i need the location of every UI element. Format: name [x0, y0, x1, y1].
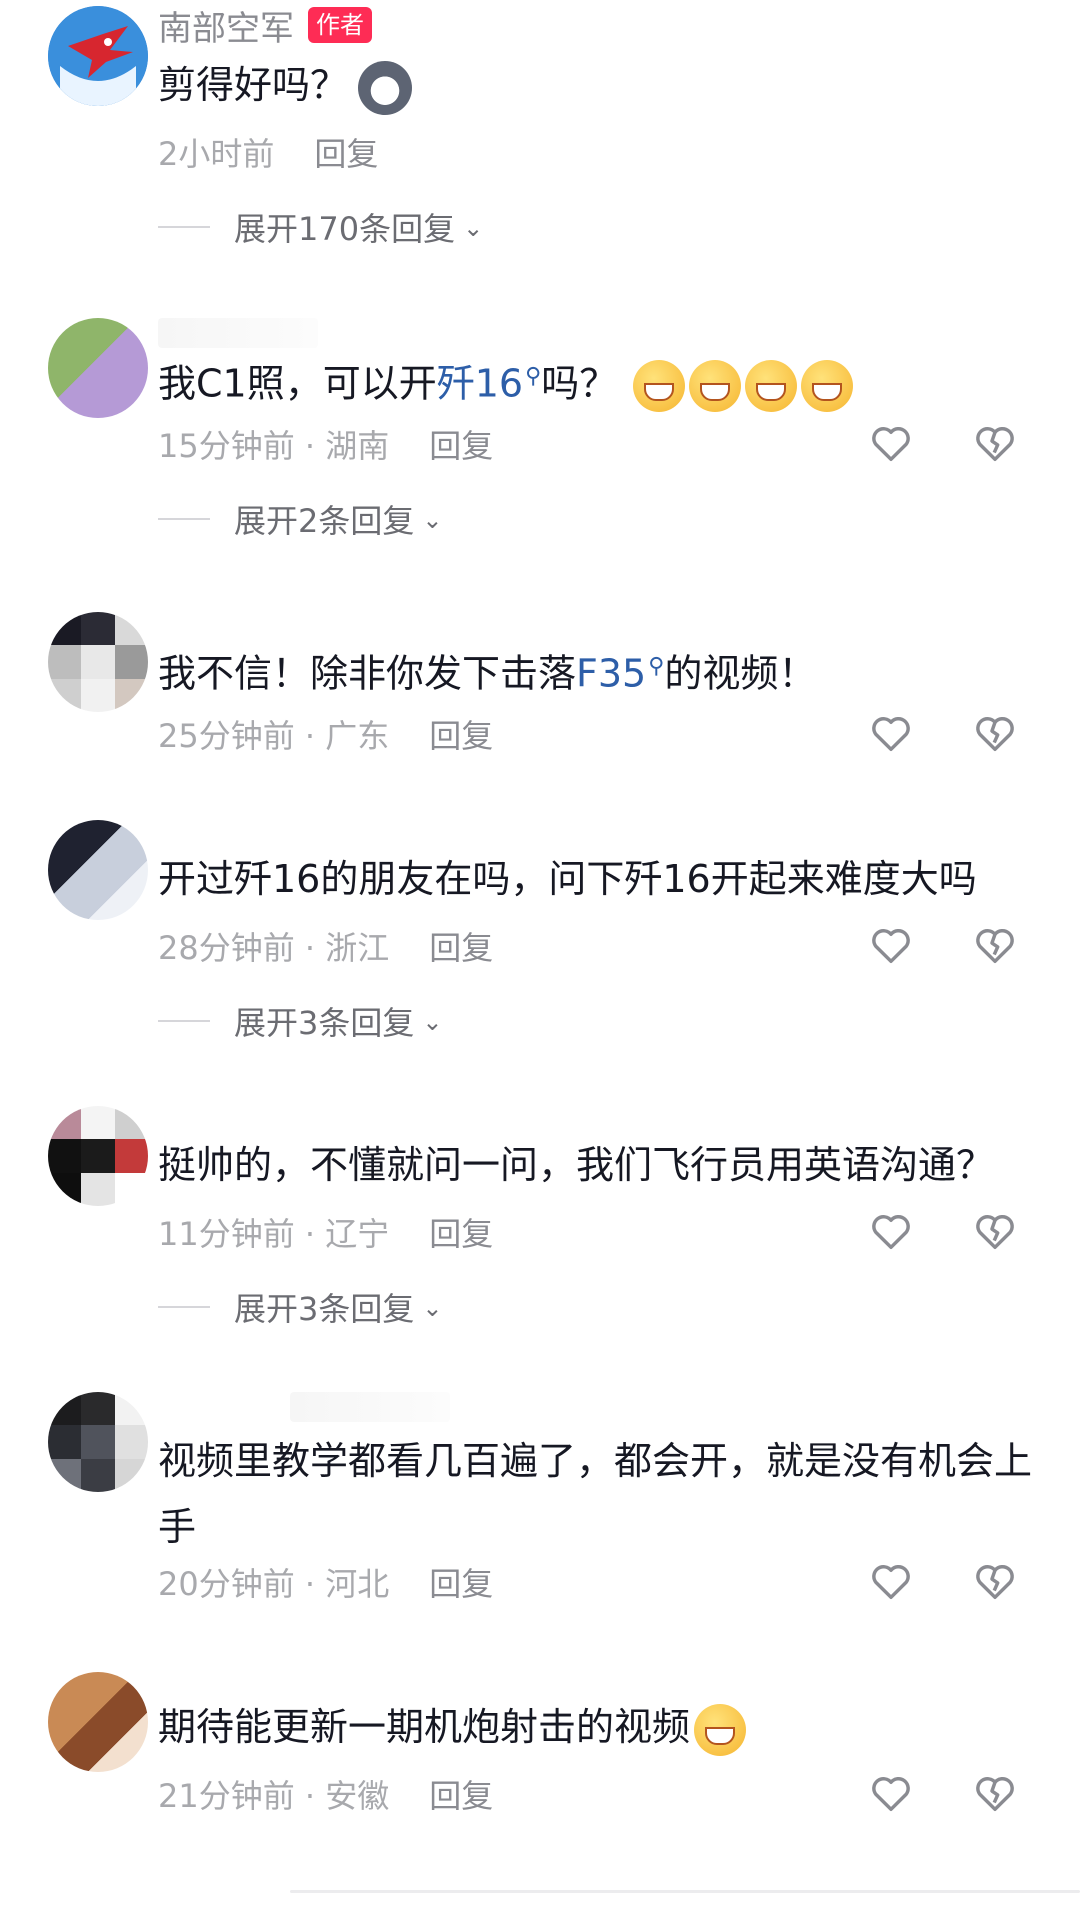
comment-text: 我C1照，可以开歼16⚲吗？ [158, 344, 1040, 417]
heart-icon [872, 427, 910, 462]
comment-item: 视频里教学都看几百遍了，都会开，就是没有机会上手 20分钟前 · 河北 回复 [0, 1392, 1080, 1604]
expand-replies-label: 展开3条回复 [234, 1004, 415, 1042]
dislike-button[interactable] [972, 922, 1018, 968]
like-button[interactable] [868, 1558, 914, 1604]
like-button[interactable] [868, 420, 914, 466]
avatar[interactable] [48, 820, 148, 920]
search-icon: ⚲ [525, 364, 542, 389]
broken-heart-icon [976, 929, 1014, 964]
pleading-emoji-icon [694, 1703, 747, 1756]
reply-button[interactable]: 回复 [429, 711, 493, 757]
avatar[interactable] [48, 318, 148, 418]
comment-time: 15分钟前 · 湖南 [158, 427, 390, 465]
grinning-sweat-emoji-icon [801, 360, 854, 413]
comment-meta: 25分钟前 · 广东 回复 [158, 708, 493, 760]
comment-meta: 11分钟前 · 辽宁 回复 [158, 1206, 493, 1258]
avatar[interactable] [48, 1672, 148, 1772]
comment-time: 28分钟前 · 浙江 [158, 929, 390, 967]
bottom-divider [290, 1890, 1080, 1893]
comment-time: 2小时前 [158, 135, 275, 173]
divider [158, 518, 210, 520]
author-name[interactable]: 南部空军 [158, 1, 294, 50]
hashtag-link[interactable]: F35 [576, 652, 646, 696]
comment-text: 期待能更新一期机炮射击的视频 [158, 1694, 1040, 1760]
avatar[interactable] [48, 1392, 148, 1492]
expand-replies-label: 展开2条回复 [234, 502, 415, 540]
dislike-button[interactable] [972, 710, 1018, 756]
comment-time: 21分钟前 · 安徽 [158, 1777, 390, 1815]
comment-meta: 28分钟前 · 浙江 回复 [158, 920, 493, 972]
author-badge: 作者 [308, 7, 372, 43]
comment-text: 我不信！除非你发下击落F35⚲的视频！ [158, 651, 817, 696]
reply-button[interactable]: 回复 [314, 129, 378, 175]
like-button[interactable] [868, 1770, 914, 1816]
grinning-sweat-emoji-icon [633, 360, 686, 413]
avatar[interactable] [48, 612, 148, 712]
broken-heart-icon [976, 427, 1014, 462]
comment-item: 开过歼16的朋友在吗，问下歼16开起来难度大吗 28分钟前 · 浙江 回复 展开… [0, 820, 1080, 1060]
like-button[interactable] [868, 710, 914, 756]
avatar[interactable] [48, 1106, 148, 1206]
grinning-sweat-emoji-icon [689, 360, 742, 413]
like-button[interactable] [868, 922, 914, 968]
heart-icon [872, 1777, 910, 1812]
avatar[interactable] [48, 6, 148, 106]
divider [158, 1020, 210, 1022]
expand-replies-label: 展开170条回复 [234, 210, 456, 248]
comment-text: 挺帅的，不懂就问一问，我们飞行员用英语沟通？ [158, 1143, 995, 1187]
broken-heart-icon [976, 1565, 1014, 1600]
dislike-button[interactable] [972, 1770, 1018, 1816]
reply-button[interactable]: 回复 [429, 1559, 493, 1605]
comment-meta: 21分钟前 · 安徽 回复 [158, 1768, 493, 1820]
dislike-button[interactable] [972, 420, 1018, 466]
expand-replies-button[interactable]: 展开170条回复 ⌄ [158, 202, 483, 252]
comment-item: 期待能更新一期机炮射击的视频 21分钟前 · 安徽 回复 [0, 1672, 1080, 1832]
heart-icon [872, 1215, 910, 1250]
chevron-down-icon: ⌄ [463, 214, 484, 242]
reply-button[interactable]: 回复 [429, 421, 493, 467]
expand-replies-button[interactable]: 展开3条回复 ⌄ [158, 1282, 442, 1332]
reply-button[interactable]: 回复 [429, 1209, 493, 1255]
comment-text: 开过歼16的朋友在吗，问下歼16开起来难度大吗 [158, 857, 977, 901]
dislike-button[interactable] [972, 1558, 1018, 1604]
comment-text: 视频里教学都看几百遍了，都会开，就是没有机会上手 [158, 1439, 1033, 1549]
reply-button[interactable]: 回复 [429, 1771, 493, 1817]
comment-meta: 20分钟前 · 河北 回复 [158, 1556, 493, 1608]
comment-time: 11分钟前 · 辽宁 [158, 1215, 390, 1253]
broken-heart-icon [976, 1777, 1014, 1812]
comment-item: 挺帅的，不懂就问一问，我们飞行员用英语沟通？ 11分钟前 · 辽宁 回复 展开3… [0, 1106, 1080, 1346]
heart-icon [872, 717, 910, 752]
reply-button[interactable]: 回复 [429, 923, 493, 969]
comment-meta: 2小时前 回复 [158, 126, 378, 178]
comment-item: 南部空军 作者 剪得好吗？ 2小时前 回复 展开170条回复 ⌄ [0, 0, 1080, 250]
search-icon: ⚲ [648, 654, 665, 679]
husky-emoji-icon [358, 60, 413, 115]
like-button[interactable] [868, 1208, 914, 1254]
comment-meta: 15分钟前 · 湖南 回复 [158, 418, 493, 470]
heart-icon [872, 1565, 910, 1600]
broken-heart-icon [976, 717, 1014, 752]
dislike-button[interactable] [972, 1208, 1018, 1254]
grinning-sweat-emoji-icon [745, 360, 798, 413]
comment-time: 25分钟前 · 广东 [158, 717, 390, 755]
divider [158, 1306, 210, 1308]
comment-text: 剪得好吗？ [158, 52, 1040, 118]
author-row: 南部空军 作者 [158, 1, 372, 50]
chevron-down-icon: ⌄ [422, 1008, 443, 1036]
chevron-down-icon: ⌄ [422, 1294, 443, 1322]
expand-replies-button[interactable]: 展开2条回复 ⌄ [158, 494, 442, 544]
author-name[interactable] [290, 1392, 450, 1422]
comment-item: 我不信！除非你发下击落F35⚲的视频！ 25分钟前 · 广东 回复 [0, 612, 1080, 782]
expand-replies-button[interactable]: 展开3条回复 ⌄ [158, 996, 442, 1046]
heart-icon [872, 929, 910, 964]
comment-item: 我C1照，可以开歼16⚲吗？ 15分钟前 · 湖南 回复 展开2条回复 ⌄ [0, 318, 1080, 558]
broken-heart-icon [976, 1215, 1014, 1250]
eagle-logo-icon [48, 6, 148, 106]
divider [158, 226, 210, 228]
hashtag-link[interactable]: 歼16 [437, 362, 523, 406]
chevron-down-icon: ⌄ [422, 506, 443, 534]
comment-time: 20分钟前 · 河北 [158, 1565, 390, 1603]
expand-replies-label: 展开3条回复 [234, 1290, 415, 1328]
